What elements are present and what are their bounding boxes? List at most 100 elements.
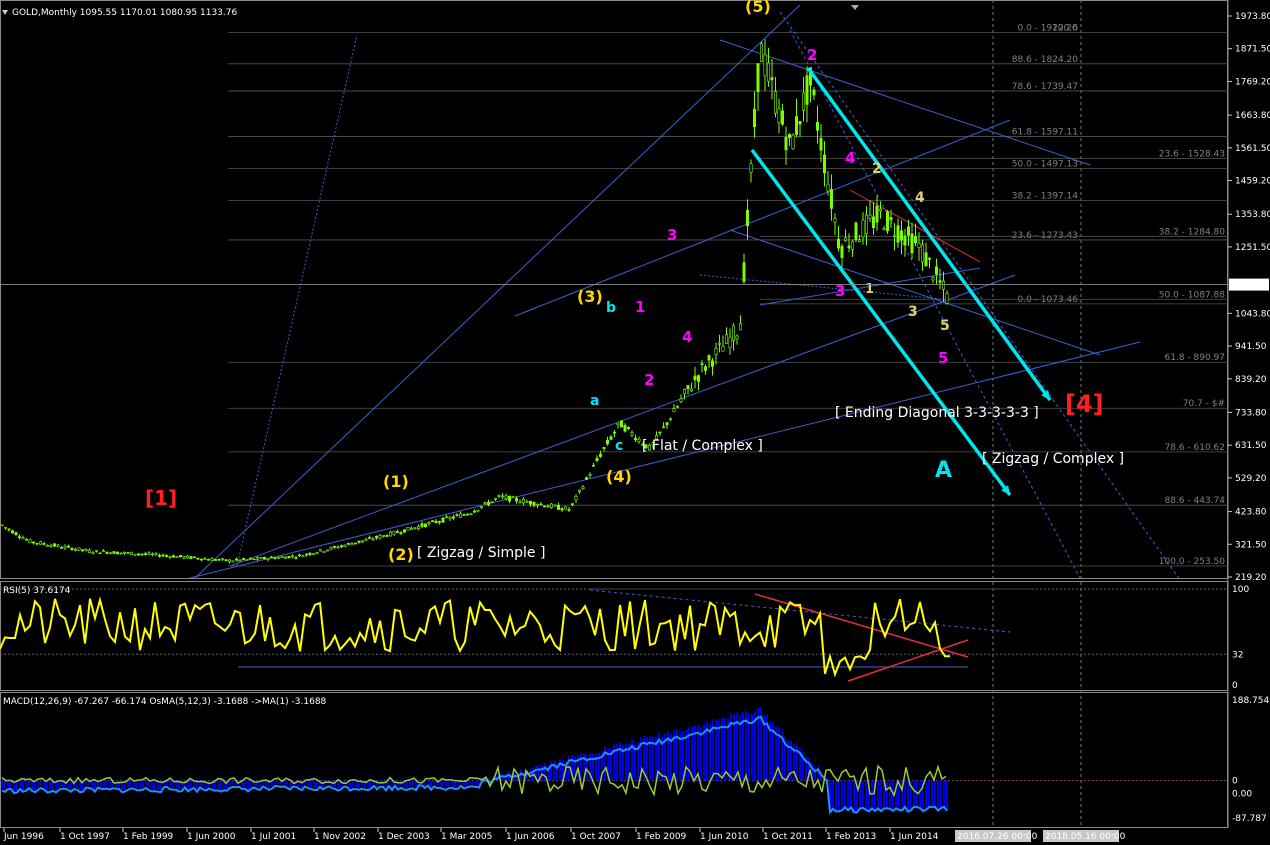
candle-body <box>700 363 704 365</box>
candle-body <box>67 545 71 548</box>
candle-body <box>661 426 665 428</box>
candle-body <box>906 226 910 236</box>
time-tick-label: 1 Oct 2007 <box>571 832 621 842</box>
candle-body <box>315 552 319 554</box>
rsi-tick-label: 0 <box>1232 681 1238 691</box>
rsi-tick-label: 32 <box>1232 650 1243 660</box>
wave-label: b <box>606 300 616 316</box>
macd-histogram-bar <box>28 780 30 787</box>
macd-histogram-bar <box>85 780 87 786</box>
time-tick-label: 1 Oct 2011 <box>763 832 813 842</box>
candle-body <box>507 495 511 502</box>
candle-body <box>472 510 476 513</box>
wave-label: A <box>935 458 952 483</box>
candle-body <box>465 513 469 516</box>
candle-body <box>168 556 172 558</box>
price-tick-label: 219.20 <box>1235 573 1267 583</box>
candle-body <box>221 558 225 561</box>
candle-body <box>941 280 945 290</box>
fib-right-label: 23.6 - 1528.43 <box>1159 149 1225 159</box>
price-tick-label: 1663.80 <box>1235 111 1270 121</box>
candle-body <box>423 523 427 528</box>
wave-label: (2) <box>388 545 414 564</box>
candle-body <box>864 214 868 235</box>
candle-body <box>812 89 816 96</box>
fib-right-label: 50.0 - 1087.88 <box>1159 290 1225 300</box>
macd-histogram-bar <box>940 780 942 809</box>
candle-body <box>406 526 410 531</box>
candle-body <box>42 543 46 545</box>
candle-body <box>290 555 294 558</box>
candle-body <box>469 513 473 516</box>
candle-body <box>763 54 767 77</box>
candle-body <box>626 426 630 429</box>
candle-body <box>493 498 497 500</box>
macd-histogram-bar <box>307 780 309 786</box>
candle-body <box>910 233 914 254</box>
candle-body <box>276 557 280 559</box>
chart-canvas[interactable]: 100.00.0 - 1922.2688.6 - 1824.2078.6 - 1… <box>0 0 1270 845</box>
candle-body <box>619 420 623 428</box>
macd-histogram-bar <box>4 780 6 791</box>
time-tick-label: 1 Feb 2009 <box>636 832 687 842</box>
candle-body <box>17 536 21 538</box>
candle-body <box>836 238 840 249</box>
macd-histogram-bar <box>286 780 288 786</box>
candle-body <box>623 424 627 432</box>
macd-histogram-bar <box>919 780 921 809</box>
candle-body <box>140 553 144 556</box>
macd-histogram-bar <box>136 780 138 789</box>
candle-body <box>934 266 938 275</box>
macd-histogram-bar <box>337 780 339 789</box>
candle-body <box>696 375 700 382</box>
macd-histogram-bar <box>220 780 222 791</box>
macd-histogram-bar <box>265 780 267 786</box>
rsi-header: RSI(5) 37.6174 <box>3 586 71 596</box>
candle-body <box>857 239 861 242</box>
macd-histogram-bar <box>217 780 219 789</box>
candle-body <box>731 325 735 341</box>
candle-body <box>455 514 459 517</box>
fib-right-label: 100.0 - 253.50 <box>1159 557 1225 567</box>
candle-body <box>161 554 165 557</box>
candle-body <box>833 218 837 223</box>
candle-body <box>458 513 462 518</box>
candle-body <box>819 137 823 151</box>
candle-body <box>74 548 78 551</box>
macd-histogram-bar <box>913 780 915 807</box>
candle-body <box>14 532 18 536</box>
candle-body <box>595 458 599 461</box>
time-tick-label: 1 Dec 2003 <box>378 832 430 842</box>
candle-body <box>228 559 232 563</box>
candle-body <box>745 209 749 227</box>
candle-body <box>777 108 781 124</box>
candle-body <box>430 520 434 523</box>
price-tick-label: 839.20 <box>1235 375 1267 385</box>
candle-body <box>343 544 347 547</box>
candle-body <box>172 555 176 558</box>
candle-body <box>353 542 357 545</box>
candle-body <box>287 556 291 559</box>
wave-label: [4] <box>1065 390 1104 418</box>
candle-body <box>24 539 28 541</box>
time-tick-label: 1 Oct 1997 <box>60 832 110 842</box>
candle-body <box>497 495 501 497</box>
candle-body <box>598 453 602 457</box>
candle-body <box>490 500 494 503</box>
macd-histogram-bar <box>595 753 597 781</box>
candle-body <box>374 535 378 539</box>
candle-body <box>444 516 448 519</box>
candle-body <box>927 257 931 260</box>
candle-body <box>574 496 578 501</box>
candle-body <box>413 527 417 529</box>
candle-body <box>525 501 529 503</box>
macd-histogram-bar <box>832 780 834 810</box>
candle-body <box>679 398 683 402</box>
macd-histogram-bar <box>928 780 930 808</box>
candle-body <box>791 134 795 150</box>
macd-histogram-bar <box>475 780 477 785</box>
candle-body <box>255 557 259 560</box>
candle-body <box>535 504 539 506</box>
price-tick-label: 1353.80 <box>1235 210 1270 220</box>
macd-histogram-bar <box>247 780 249 790</box>
